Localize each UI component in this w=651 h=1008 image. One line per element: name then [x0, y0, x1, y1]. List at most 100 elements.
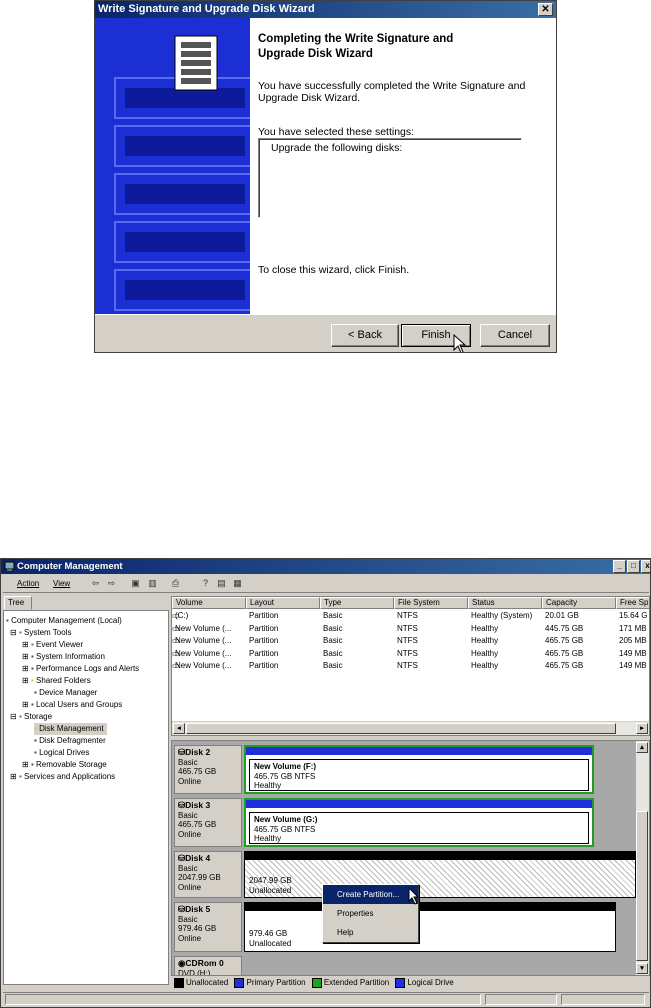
column-header-volume[interactable]: Volume	[172, 597, 246, 609]
disk-type: Basic	[178, 863, 198, 873]
tree-item-removable-storage[interactable]: ⊞ ▪ Removable Storage	[22, 759, 107, 771]
tree-item-local-users[interactable]: ⊞ ▪ Local Users and Groups	[22, 699, 122, 711]
table-cell: Basic	[323, 636, 343, 645]
tree-item-logical-drives[interactable]: ▪ Logical Drives	[34, 747, 89, 759]
scroll-up-icon[interactable]: ▴	[636, 742, 648, 753]
tree-item-disk-management[interactable]: ▪ Disk Management	[34, 723, 107, 735]
column-header-capacity[interactable]: Capacity	[542, 597, 616, 609]
settings-box[interactable]: Upgrade the following disks:	[258, 138, 522, 218]
table-cell: Basic	[323, 611, 343, 620]
partition-size: 2047.99 GB	[249, 876, 292, 885]
tab-tree[interactable]: Tree	[4, 596, 32, 610]
tree-label: Shared Folders	[36, 676, 91, 685]
tree-item-computer-management[interactable]: ▪ Computer Management (Local)	[6, 615, 122, 627]
disk-5-unallocated[interactable]: 979.46 GB Unallocated	[244, 902, 616, 952]
cdrom-label[interactable]: ◉CDRom 0 DVD (H:)	[174, 956, 242, 976]
forward-arrow-icon[interactable]: ⇨	[103, 576, 120, 591]
table-cell: NTFS	[397, 623, 418, 633]
column-header-type[interactable]: Type	[320, 597, 394, 609]
disk-5-label[interactable]: ⛁Disk 5 Basic 979.46 GB Online	[174, 902, 242, 952]
column-header-status[interactable]: Status	[468, 597, 542, 609]
disk-4-unallocated[interactable]: 2047.99 GB Unallocated	[244, 851, 636, 898]
tree-item-system-information[interactable]: ⊞ ▪ System Information	[22, 651, 105, 663]
settings-icon[interactable]: ▦	[229, 576, 246, 591]
tree-label: Removable Storage	[36, 760, 107, 769]
settings-label: You have selected these settings:	[258, 126, 415, 138]
table-row[interactable]: ▭ New Volume (... Partition Basic NTFS Healt…	[172, 660, 649, 673]
menu-item-properties[interactable]: Properties	[323, 904, 418, 923]
close-button[interactable]: ✕	[538, 3, 553, 16]
column-header-free-space[interactable]: Free Sp	[616, 597, 649, 609]
table-cell: Healthy	[471, 648, 499, 658]
computer-management-window: Computer Management _ □ x Action View ⇦ …	[0, 558, 651, 1008]
table-row[interactable]: ▭ New Volume (... Partition Basic NTFS Healt…	[172, 635, 649, 648]
up-folder-icon[interactable]: ▣	[127, 576, 144, 591]
table-cell: Healthy (System)	[471, 611, 533, 620]
context-menu: Create Partition... Properties Help	[322, 884, 419, 943]
partition-info: 979.46 GB Unallocated	[249, 929, 291, 948]
legend-swatch	[311, 977, 322, 988]
help-icon[interactable]: ?	[197, 576, 214, 591]
scroll-down-icon[interactable]: ▾	[636, 963, 648, 974]
unallocated-bar	[245, 903, 615, 911]
tree-item-system-tools[interactable]: ⊟ ▪ System Tools	[10, 627, 71, 639]
status-pane-main	[5, 994, 481, 1005]
column-header-layout[interactable]: Layout	[246, 597, 320, 609]
partition-status: Unallocated	[249, 885, 292, 895]
disk-type: Basic	[178, 810, 198, 820]
maximize-icon[interactable]: □	[627, 560, 640, 573]
disk-2-label[interactable]: ⛁Disk 2 Basic 465.75 GB Online	[174, 745, 242, 794]
tree-label: Disk Defragmenter	[39, 736, 106, 745]
column-header-file-system[interactable]: File System	[394, 597, 468, 609]
scroll-left-icon[interactable]: ◂	[173, 723, 185, 734]
tree-item-services-applications[interactable]: ⊞ ▪ Services and Applications	[10, 771, 115, 783]
legend-label: Primary Partition	[246, 978, 306, 987]
properties-icon[interactable]: ▤	[213, 576, 230, 591]
view-menu[interactable]: View	[53, 579, 70, 588]
scroll-right-icon[interactable]: ▸	[636, 723, 648, 734]
volume-info: New Volume (F:) 465.75 GB NTFS Healthy	[249, 759, 589, 791]
menu-item-help[interactable]: Help	[323, 923, 418, 942]
tree-item-shared-folders[interactable]: ⊞ ▪ Shared Folders	[22, 675, 91, 687]
minimize-icon[interactable]: _	[613, 560, 626, 573]
table-cell: Partition	[249, 623, 279, 633]
table-cell: 205 MB	[619, 636, 647, 645]
legend-extended: Extended Partition	[311, 977, 389, 988]
disk-2-volume[interactable]: New Volume (F:) 465.75 GB NTFS Healthy	[244, 745, 594, 794]
horizontal-scrollbar[interactable]: ◂ ▸	[172, 721, 649, 735]
back-arrow-icon[interactable]: ⇦	[87, 576, 104, 591]
close-icon[interactable]: x	[641, 560, 650, 573]
disk-3-volume[interactable]: New Volume (G:) 465.75 GB NTFS Healthy	[244, 798, 594, 847]
volume-cell: New Volume (...	[175, 623, 232, 633]
export-icon[interactable]: ⎙	[167, 576, 184, 591]
computer-icon	[4, 561, 15, 571]
table-row[interactable]: ▭ New Volume (... Partition Basic NTFS Healt…	[172, 648, 649, 661]
disk-4-label[interactable]: ⛁Disk 4 Basic 2047.99 GB Online	[174, 851, 242, 898]
tree-item-event-viewer[interactable]: ⊞ ▪ Event Viewer	[22, 639, 83, 651]
disk-3-label[interactable]: ⛁Disk 3 Basic 465.75 GB Online	[174, 798, 242, 847]
table-cell: Partition	[249, 648, 279, 658]
disk-size: 465.75 GB	[178, 820, 217, 829]
table-row[interactable]: ▭ New Volume (... Partition Basic NTFS Healt…	[172, 623, 649, 636]
disk-name: Disk 5	[185, 904, 211, 914]
scroll-thumb[interactable]	[186, 723, 616, 734]
tree-item-storage[interactable]: ⊟ ▪ Storage	[10, 711, 52, 723]
disk-view: ⛁Disk 2 Basic 465.75 GB Online New Volum…	[171, 740, 650, 976]
legend-primary: Primary Partition	[234, 977, 306, 988]
status-bar	[3, 992, 649, 1006]
tree-item-performance-logs[interactable]: ⊞ ▪ Performance Logs and Alerts	[22, 663, 139, 675]
tree-item-device-manager[interactable]: ▪ Device Manager	[34, 687, 97, 699]
back-button[interactable]: < Back	[331, 324, 399, 347]
action-menu[interactable]: Action	[17, 579, 39, 588]
tree-item-disk-defragmenter[interactable]: ▪ Disk Defragmenter	[34, 735, 106, 747]
tree-label: Event Viewer	[36, 640, 84, 649]
show-tree-icon[interactable]: ▥	[144, 576, 161, 591]
vertical-scrollbar[interactable]: ▴ ▾	[636, 741, 649, 975]
legend-label: Unallocated	[186, 978, 229, 987]
menu-item-create-partition[interactable]: Create Partition...	[323, 885, 418, 904]
disk-stack-icon	[174, 35, 218, 91]
cancel-button[interactable]: Cancel	[480, 324, 550, 347]
disk-type: DVD (H:)	[178, 968, 211, 976]
table-row[interactable]: ▭ (C:) Partition Basic NTFS Healthy (System)…	[172, 610, 649, 623]
scroll-thumb[interactable]	[636, 811, 648, 961]
